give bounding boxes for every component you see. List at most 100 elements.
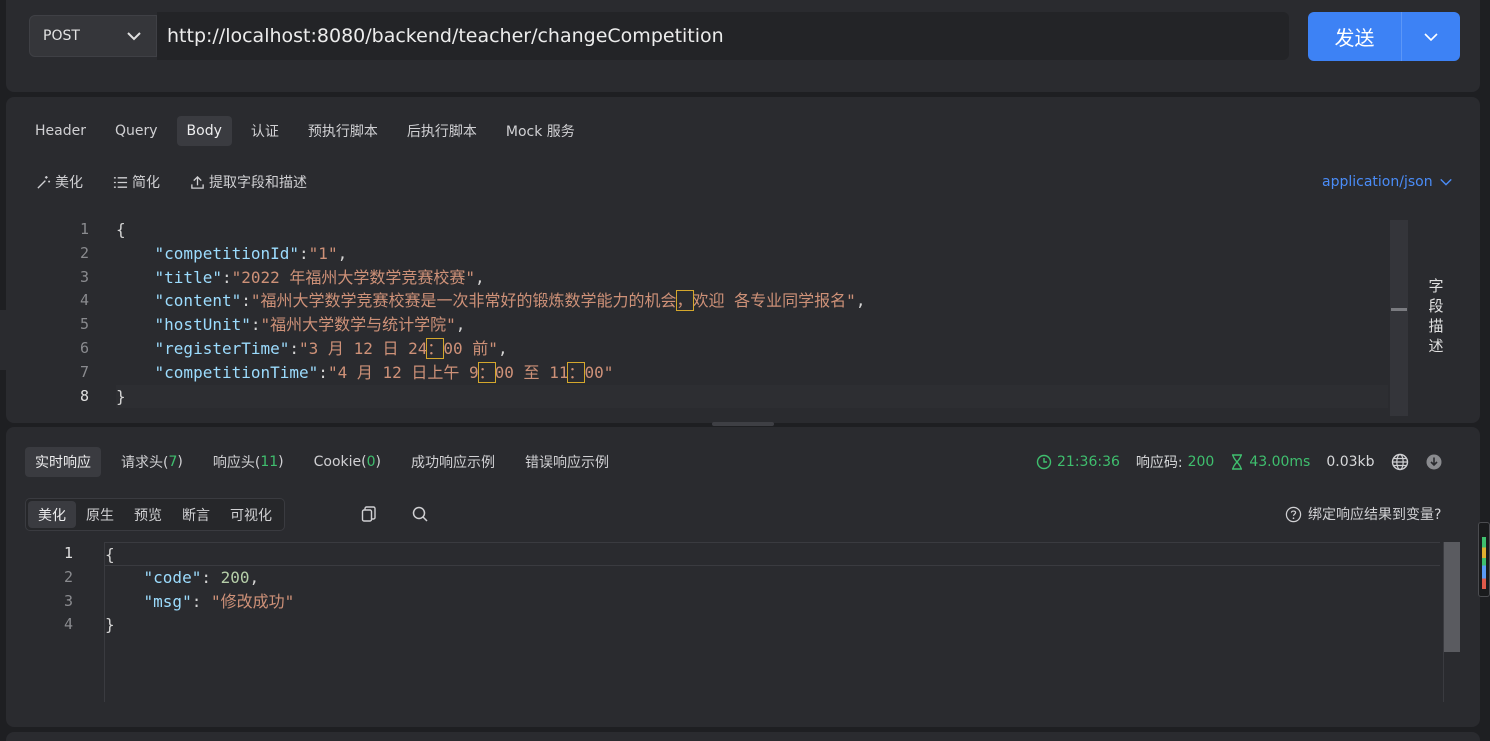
view-assert[interactable]: 断言	[172, 501, 220, 528]
tab-request-headers[interactable]: 请求头(7)	[111, 447, 193, 477]
response-meta: 21:36:36 响应码: 200 43.00ms 0.03kb	[1036, 452, 1459, 472]
simplify-button[interactable]: 简化	[113, 172, 160, 192]
tab-label: Cookie(	[313, 454, 367, 470]
search-icon	[412, 506, 428, 522]
code-line: {	[105, 542, 1440, 566]
response-size: 0.03kb	[1326, 454, 1374, 470]
download-icon	[1426, 454, 1442, 470]
tab-label: 实时响应	[35, 455, 91, 471]
tab-error-example[interactable]: 错误响应示例	[515, 447, 619, 477]
highlighted-char: ：	[477, 361, 496, 383]
code-line: "registerTime":"3 月 12 日 24：00 前",	[154, 337, 508, 359]
hourglass-icon	[1232, 454, 1243, 470]
line-number: 1	[63, 544, 73, 562]
response-viewer[interactable]: 1 2 3 4 { "code": 200, "msg": "修改成功" }	[25, 542, 1460, 702]
content-type-select[interactable]: application/json	[1322, 174, 1453, 190]
code-line: "competitionTime":"4 月 12 日上午 9：00 至 11：…	[154, 361, 614, 383]
response-code: { "code": 200, "msg": "修改成功" }	[105, 542, 1440, 637]
help-circle-icon	[1285, 506, 1302, 522]
magic-wand-icon	[37, 175, 51, 189]
paren: )	[177, 454, 183, 470]
highlighted-char: ，	[675, 290, 694, 312]
bind-var-label: 绑定响应结果到变量?	[1308, 507, 1442, 523]
body-editor[interactable]: 1 2 3 4 5 6 7 8 { "competitionId":"1", "…	[6, 218, 1408, 411]
response-scrollbar[interactable]	[1444, 542, 1460, 652]
duration: 43.00ms	[1230, 454, 1310, 470]
json-key: "competitionId"	[154, 243, 300, 263]
activity-widget[interactable]	[1478, 522, 1490, 597]
line-number: 4	[63, 615, 73, 634]
status-code: 响应码: 200	[1136, 452, 1214, 472]
tab-label: 响应头(	[212, 455, 261, 471]
scroll-thumb[interactable]	[1391, 308, 1407, 311]
code-line: "code": 200,	[143, 567, 260, 587]
tab-success-example[interactable]: 成功响应示例	[401, 447, 505, 477]
time-value: 21:36:36	[1057, 454, 1120, 470]
line-numbers: 1 2 3 4 5 6 7 8	[6, 218, 96, 408]
json-value: 200	[220, 567, 250, 587]
list-icon	[113, 176, 128, 188]
json-value: "1"	[308, 243, 338, 263]
tab-pre-script[interactable]: 预执行脚本	[298, 116, 388, 146]
brace: {	[116, 220, 126, 239]
line-number: 5	[79, 315, 89, 334]
tab-cookie[interactable]: Cookie(0)	[304, 447, 391, 477]
line-number: 1	[79, 220, 89, 238]
brace: {	[105, 545, 115, 564]
send-button[interactable]: 发送	[1308, 12, 1401, 61]
tab-post-script[interactable]: 后执行脚本	[397, 116, 487, 146]
tab-response-headers[interactable]: 响应头(11)	[203, 447, 294, 477]
field-description-toggle[interactable]: 字段描述	[1426, 276, 1446, 356]
tab-query[interactable]: Query	[105, 116, 168, 146]
count-badge: 7	[168, 454, 178, 470]
paren: )	[278, 454, 284, 470]
response-time: 21:36:36	[1036, 454, 1120, 470]
json-value: 00 前"	[443, 338, 498, 358]
extract-label: 提取字段和描述	[209, 175, 307, 191]
line-number: 6	[79, 338, 89, 357]
brace: }	[116, 386, 126, 406]
body-scrollbar[interactable]	[1390, 220, 1408, 416]
json-key: "msg"	[143, 591, 192, 611]
method-select[interactable]: POST	[29, 15, 157, 57]
tab-header[interactable]: Header	[25, 116, 96, 146]
clock-icon	[1036, 454, 1052, 470]
json-key: "content"	[154, 291, 242, 311]
brace: }	[105, 615, 115, 635]
view-beautify[interactable]: 美化	[28, 501, 76, 528]
bind-result-to-variable[interactable]: 绑定响应结果到变量?	[1285, 504, 1441, 524]
tab-mock-service[interactable]: Mock 服务	[496, 116, 585, 146]
request-tabs: Header Query Body 认证 预执行脚本 后执行脚本 Mock 服务	[25, 116, 594, 146]
view-visualize[interactable]: 可视化	[220, 501, 282, 528]
view-preview[interactable]: 预览	[124, 501, 172, 528]
tab-realtime-response[interactable]: 实时响应	[25, 447, 101, 477]
beautify-button[interactable]: 美化	[36, 172, 83, 192]
url-input[interactable]: http://localhost:8080/backend/teacher/ch…	[157, 12, 1289, 60]
json-value: "3 月 12 日 24	[299, 338, 428, 358]
extract-fields-button[interactable]: 提取字段和描述	[190, 172, 307, 192]
send-label: 发送	[1334, 26, 1375, 50]
status-code-label: 响应码:	[1135, 455, 1183, 471]
copy-button[interactable]	[358, 503, 380, 525]
json-key: "registerTime"	[154, 338, 290, 358]
code-line: "hostUnit":"福州大学数学与统计学院",	[154, 315, 466, 335]
code-line: "content":"福州大学数学竞赛校赛是一次非常好的锻炼数学能力的机会，欢迎…	[154, 290, 866, 312]
search-button[interactable]	[409, 503, 431, 525]
tab-body[interactable]: Body	[176, 116, 232, 146]
json-key: "code"	[143, 567, 202, 587]
paren: )	[375, 454, 381, 470]
beautify-label: 美化	[55, 175, 83, 191]
count-badge: 11	[260, 454, 279, 470]
view-raw[interactable]: 原生	[76, 501, 124, 528]
body-code: { "competitionId":"1", "title":"2022 年福州…	[116, 218, 1388, 409]
json-value: "4 月 12 日上午 9	[327, 362, 479, 382]
send-dropdown-button[interactable]	[1401, 12, 1460, 61]
panel-splitter[interactable]	[712, 422, 774, 426]
duration-value: 43.00ms	[1249, 454, 1311, 470]
highlighted-char: ：	[426, 337, 445, 359]
download-button[interactable]	[1425, 453, 1443, 471]
tab-auth[interactable]: 认证	[241, 116, 289, 146]
content-type-label: application/json	[1322, 174, 1433, 190]
globe-button[interactable]	[1391, 453, 1409, 471]
bottom-panel	[6, 732, 1480, 741]
